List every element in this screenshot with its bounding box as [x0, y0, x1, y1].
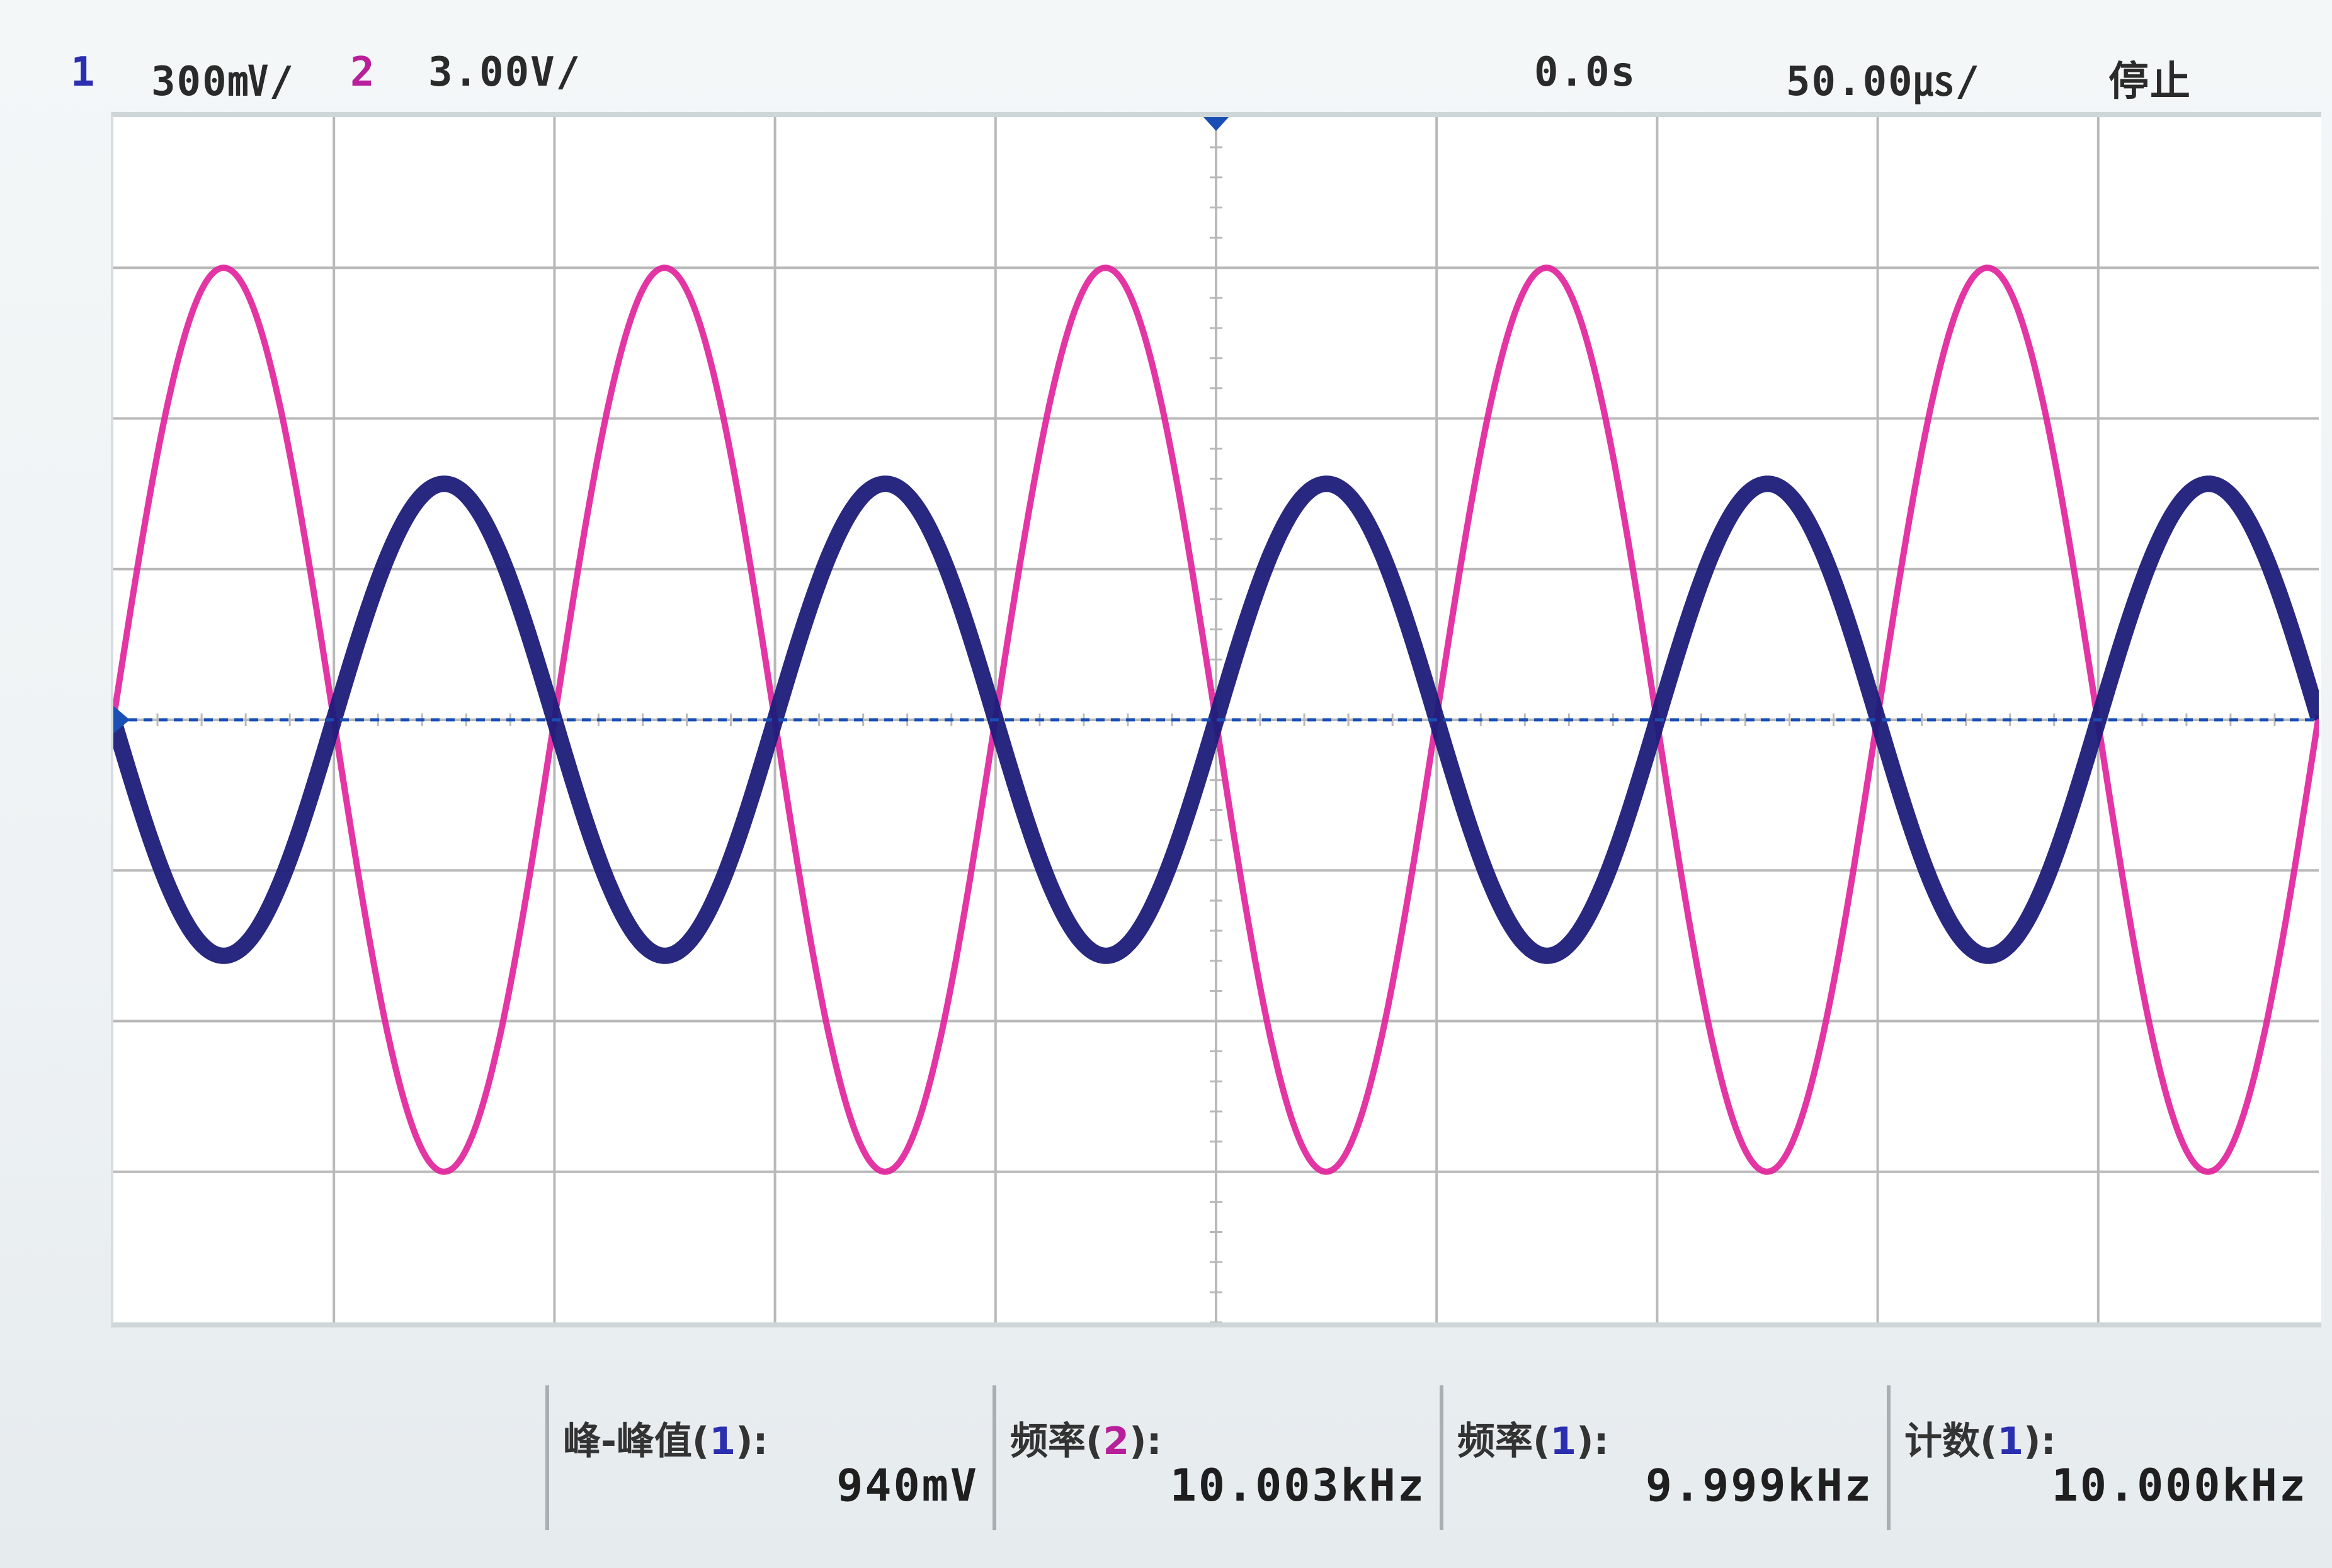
measurement-label: 计数(1):	[1904, 1419, 2056, 1463]
measurement-frequency-ch2[interactable]: 频率(2): 10.003kHz	[993, 1385, 1443, 1530]
measurement-value: 10.003kHz	[1169, 1460, 1426, 1511]
status-bar: 1 300㎷/ 2 3.00V/ 0.0s 50.00㎲/ 停止	[0, 0, 2332, 113]
measurement-value: 940mV	[836, 1460, 979, 1511]
measurement-label: 频率(1):	[1457, 1419, 1609, 1463]
waveform-plot	[113, 117, 2319, 1322]
measurement-frequency-ch1[interactable]: 频率(1): 9.999kHz	[1440, 1385, 1891, 1530]
trigger-position-icon	[1203, 117, 1229, 131]
oscilloscope-screen: 1 300㎷/ 2 3.00V/ 0.0s 50.00㎲/ 停止 峰-峰值(1)…	[0, 0, 2332, 1568]
ch2-scale: 3.00V/	[428, 49, 582, 96]
waveform-display	[111, 112, 2321, 1327]
time-offset: 0.0s	[1534, 49, 1637, 96]
ch1-scale: 300㎷/	[151, 59, 295, 105]
run-state[interactable]: 停止	[2108, 49, 2192, 107]
measurement-count-ch1[interactable]: 计数(1): 10.000kHz	[1887, 1385, 2325, 1530]
measurement-label: 峰-峰值(1):	[563, 1419, 768, 1463]
ch1-indicator[interactable]: 1	[71, 49, 96, 96]
measurement-value: 9.999kHz	[1645, 1460, 1873, 1511]
measurement-bar: 峰-峰值(1): 940mV 频率(2): 10.003kHz 频率(1): 9…	[0, 1385, 2332, 1568]
measurement-label: 频率(2):	[1010, 1419, 1162, 1463]
time-scale: 50.00㎲/	[1786, 59, 1981, 105]
measurement-value: 10.000kHz	[2051, 1460, 2307, 1511]
ch2-indicator[interactable]: 2	[350, 49, 376, 96]
measurement-peak-to-peak-ch1[interactable]: 峰-峰值(1): 940mV	[545, 1385, 996, 1530]
